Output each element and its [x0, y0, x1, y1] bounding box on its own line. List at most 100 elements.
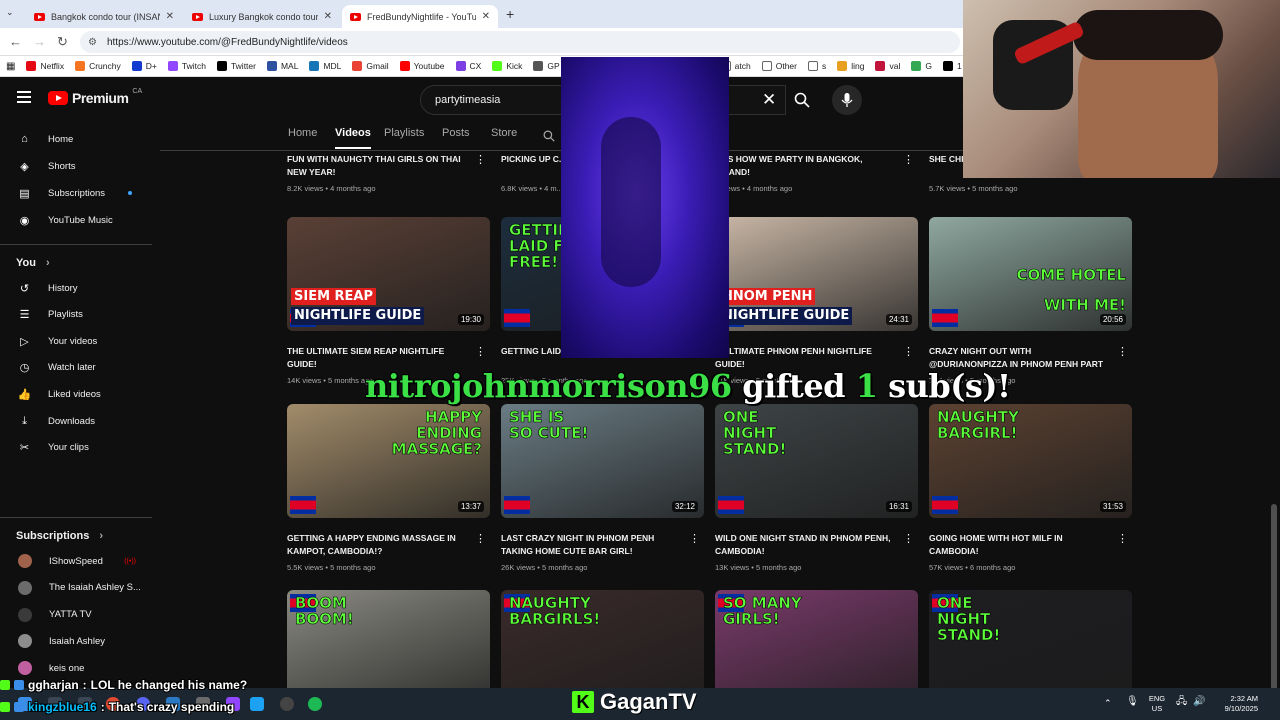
page-scrollbar[interactable] [1271, 504, 1277, 704]
sidebar-item-label: Liked videos [48, 388, 101, 400]
site-info-icon[interactable]: ⚙ [88, 37, 97, 48]
app-icon[interactable] [250, 697, 264, 711]
video-thumbnail[interactable]: BOOM BOOM! [287, 590, 490, 704]
bookmark-item[interactable]: Kick [492, 61, 522, 71]
browser-tab[interactable]: Luxury Bangkok condo tour $5( ✕ [184, 5, 340, 28]
video-title[interactable]: WILD ONE NIGHT STAND IN PHNOM PENH, CAMB… [715, 532, 897, 557]
bookmark-item[interactable]: Other [761, 61, 797, 71]
video-thumbnail[interactable]: SO MANY GIRLS! [715, 590, 918, 704]
video-title[interactable]: GOING HOME WITH HOT MILF IN CAMBODIA! [929, 532, 1111, 557]
bookmark-item[interactable]: 1 [942, 61, 962, 71]
sidebar-item-watch-later[interactable]: ◷ Watch later [0, 355, 150, 381]
sidebar-item-subscriptions[interactable]: ▤ Subscriptions [0, 180, 150, 206]
video-thumbnail[interactable]: NAUGHTY BARGIRL! 31:53 [929, 404, 1132, 518]
more-options-icon[interactable]: ⋮ [689, 532, 700, 545]
subscription-item[interactable]: YATTA TV [0, 602, 150, 628]
video-card[interactable]: HAPPY ENDING MASSAGE? 13:37 GETTING A HAPPY … [287, 404, 490, 572]
bookmark-item[interactable]: Netflix [26, 61, 64, 71]
subscription-item[interactable]: Isaiah Ashley [0, 628, 150, 654]
video-card[interactable]: FUN WITH NAUHGTY THAI GIRLS ON THAI NEW … [287, 77, 490, 237]
bookmark-item[interactable]: Twitter [216, 61, 256, 71]
reload-icon[interactable]: ↻ [57, 34, 68, 50]
subscriptions-section-heading[interactable]: Subscriptions › [16, 530, 103, 542]
video-card[interactable]: SHE IS SO CUTE! 32:12 LAST CRAZY NIGHT IN P… [501, 404, 704, 572]
tab-title: Bangkok condo tour (INSANE v [51, 11, 160, 22]
bookmark-item[interactable]: MDL [309, 61, 341, 71]
bookmark-item[interactable]: ling [837, 61, 864, 71]
clock[interactable]: 2:32 AM 9/10/2025 [1210, 694, 1258, 714]
video-thumbnail[interactable]: SHE IS SO CUTE! 32:12 [501, 404, 704, 518]
subscription-item[interactable]: The Isaiah Ashley S... [0, 575, 150, 601]
address-bar[interactable]: ⚙ https://www.youtube.com/@FredBundyNigh… [80, 31, 960, 53]
bookmark-item[interactable]: G [911, 61, 932, 71]
video-title[interactable]: FUN WITH NAUHGTY THAI GIRLS ON THAI NEW … [287, 153, 469, 178]
bookmark-item[interactable]: MAL [266, 61, 298, 71]
sidebar-item-home[interactable]: ⌂ Home [0, 126, 150, 152]
you-section-heading[interactable]: You › [16, 257, 50, 269]
sidebar-item-playlists[interactable]: ☰ Playlists [0, 302, 150, 328]
video-thumbnail[interactable]: SIEM REAP NIGHTLIFE GUIDE 19:30 [287, 217, 490, 331]
network-icon[interactable]: 🖧 [1176, 697, 1187, 707]
more-options-icon[interactable]: ⋮ [475, 532, 486, 545]
browser-tab[interactable]: Bangkok condo tour (INSANE v ✕ [26, 5, 182, 28]
back-arrow-icon[interactable]: ← [9, 34, 22, 49]
microphone-tray-icon[interactable]: 🎙 [1126, 697, 1139, 707]
bookmark-label: Kick [506, 61, 523, 71]
sidebar-item-your-clips[interactable]: ✂ Your clips [0, 435, 150, 461]
browser-tab-active[interactable]: FredBundyNightlife - YouTube ✕ [342, 5, 498, 28]
bookmark-item[interactable]: val [875, 61, 900, 71]
video-card[interactable]: NAUGHTY BARGIRL! 31:53 GOING HOME WITH HOT … [929, 404, 1132, 572]
new-tab-plus-icon[interactable]: + [506, 6, 514, 22]
more-options-icon[interactable]: ⋮ [1117, 345, 1128, 358]
bookmark-item[interactable]: Twitch [167, 61, 206, 71]
tray-chevron-icon[interactable]: ⌃ [1104, 698, 1112, 708]
bookmark-item[interactable]: D+ [131, 61, 157, 71]
tab-close-icon[interactable]: ✕ [482, 11, 490, 22]
url-text: https://www.youtube.com/@FredBundyNightl… [106, 36, 348, 48]
volume-icon[interactable]: 🔊 [1193, 697, 1205, 707]
language-indicator[interactable]: ENG US [1146, 694, 1168, 714]
obs-icon[interactable] [280, 697, 294, 711]
video-card[interactable]: IS IS HOW WE PARTY IN BANGKOK, AILAND!⋮.… [715, 77, 918, 237]
bookmark-item[interactable]: Gmail [352, 61, 389, 71]
video-thumbnail[interactable]: HAPPY ENDING MASSAGE? 13:37 [287, 404, 490, 518]
more-options-icon[interactable]: ⋮ [1117, 532, 1128, 545]
video-title[interactable]: GETTING A HAPPY ENDING MASSAGE IN KAMPOT… [287, 532, 469, 557]
bookmark-item[interactable]: Youtube [399, 61, 445, 71]
sidebar-item-history[interactable]: ↺ History [0, 275, 150, 301]
sidebar-item-downloads[interactable]: ⤓ Downloads [0, 408, 150, 434]
sidebar-item-your-videos[interactable]: ▷ Your videos [0, 328, 150, 354]
bookmark-item[interactable]: GP [533, 61, 560, 71]
bookmark-item[interactable]: CX [455, 61, 481, 71]
tab-close-icon[interactable]: ✕ [166, 11, 174, 22]
sidebar-item-shorts[interactable]: ◈ Shorts [0, 153, 150, 179]
video-thumbnail[interactable]: ONE NIGHT STAND! [929, 590, 1132, 704]
apps-grid-icon[interactable]: ▦ [6, 61, 15, 72]
subscription-item[interactable]: IShowSpeed ((•)) [0, 548, 150, 574]
video-card[interactable]: ONE NIGHT STAND! 16:31 WILD ONE NIGHT STAND … [715, 404, 918, 572]
video-title[interactable]: IS IS HOW WE PARTY IN BANGKOK, AILAND! [715, 153, 897, 178]
sidebar-item-liked-videos[interactable]: 👍 Liked videos [0, 381, 150, 407]
video-thumbnail[interactable]: NAUGHTY BARGIRLS! [501, 590, 704, 704]
forward-arrow-icon[interactable]: → [33, 34, 46, 49]
video-card[interactable]: SIEM REAP NIGHTLIFE GUIDE 19:30 THE ULTIMAT… [287, 217, 490, 385]
sidebar-item-youtube-music[interactable]: ◉ YouTube Music [0, 207, 150, 233]
video-card[interactable]: HNOM PENH NIGHTLIFE GUIDE 24:31 E ULTIMATE … [715, 217, 918, 385]
more-options-icon[interactable]: ⋮ [475, 153, 486, 166]
bookmark-item[interactable]: s [808, 61, 826, 71]
video-thumbnail[interactable]: HNOM PENH NIGHTLIFE GUIDE 24:31 [715, 217, 918, 331]
tab-close-icon[interactable]: ✕ [324, 11, 332, 22]
video-thumbnail[interactable]: COME HOTEL WITH ME! 20:56 [929, 217, 1132, 331]
video-card[interactable]: COME HOTEL WITH ME! 20:56 CRAZY NIGHT OUT W… [929, 217, 1132, 385]
video-title[interactable]: LAST CRAZY NIGHT IN PHNOM PENH TAKING HO… [501, 532, 683, 557]
more-options-icon[interactable]: ⋮ [475, 345, 486, 358]
menu-hamburger-icon[interactable] [17, 91, 31, 103]
more-options-icon[interactable]: ⋮ [903, 345, 914, 358]
spotify-icon[interactable] [308, 697, 322, 711]
more-options-icon[interactable]: ⋮ [903, 532, 914, 545]
tab-search-chevron-icon[interactable]: ⌄ [6, 7, 14, 18]
video-thumbnail[interactable]: ONE NIGHT STAND! 16:31 [715, 404, 918, 518]
more-options-icon[interactable]: ⋮ [903, 153, 914, 166]
youtube-premium-logo[interactable]: Premium CA [48, 88, 142, 106]
bookmark-item[interactable]: Crunchy [75, 61, 121, 71]
